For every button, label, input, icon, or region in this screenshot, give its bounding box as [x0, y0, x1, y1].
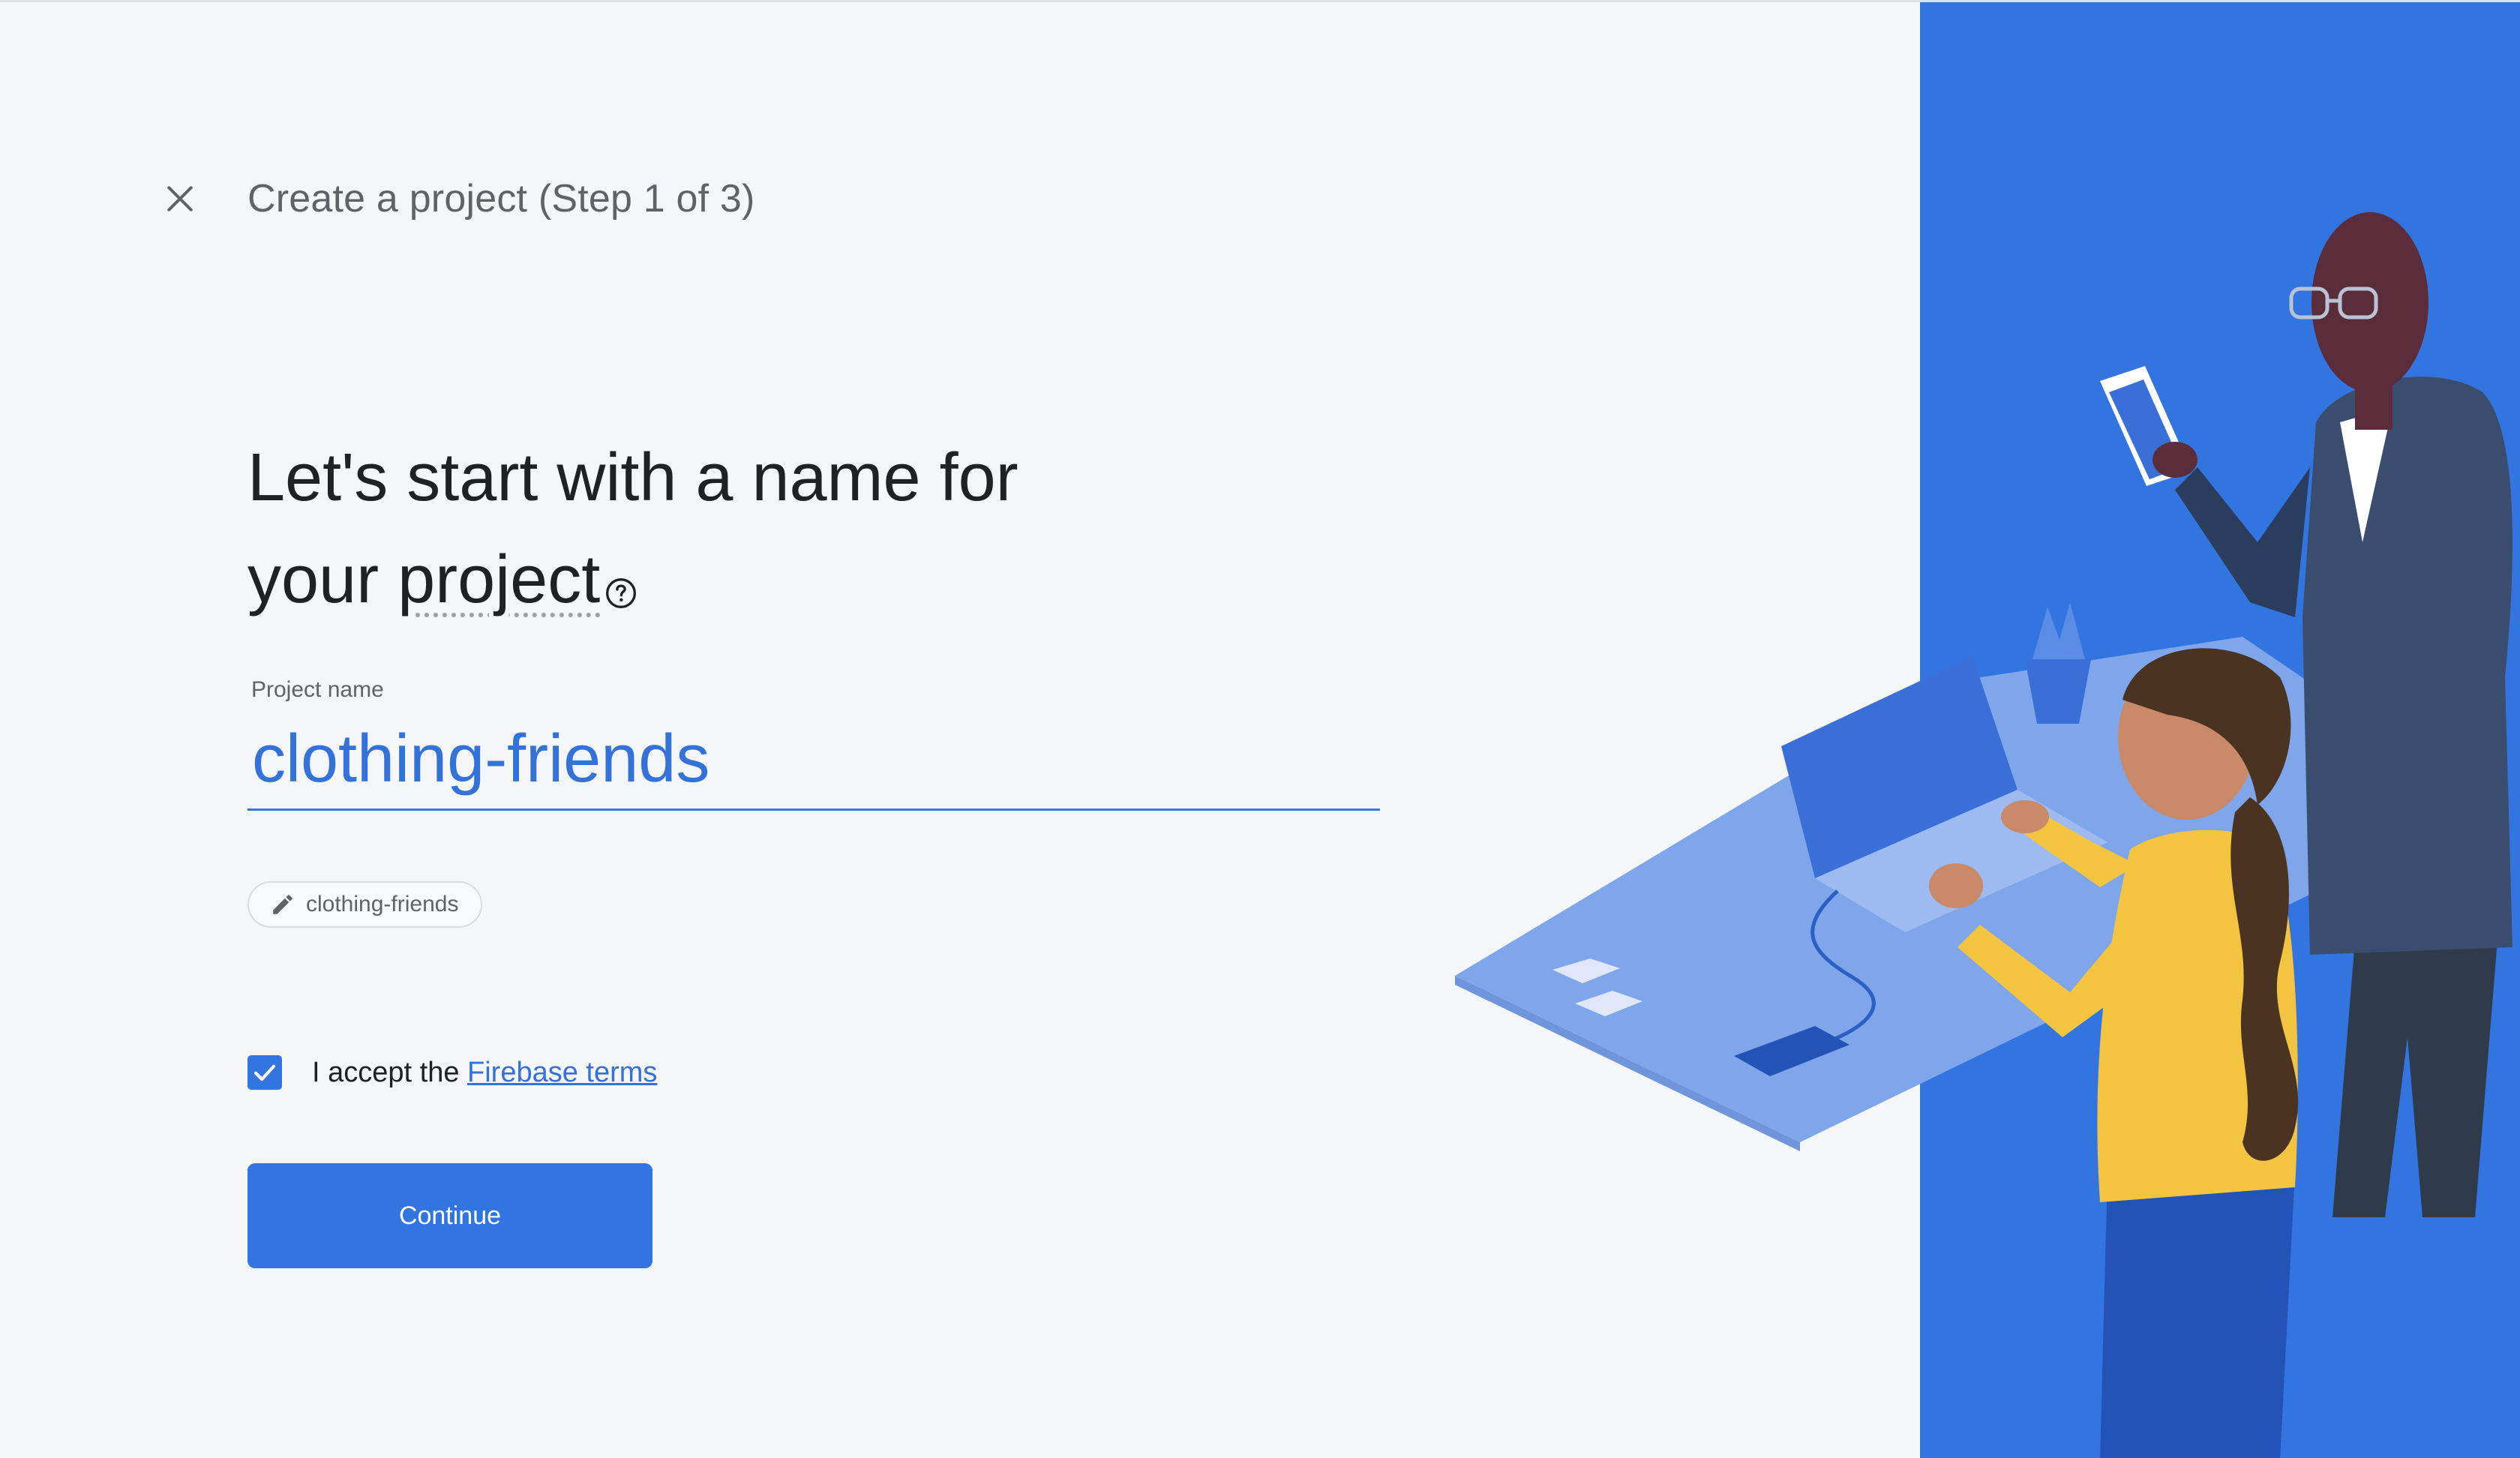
heading-line-2: your project	[248, 529, 1222, 638]
close-icon	[167, 186, 193, 212]
firebase-terms-link[interactable]: Firebase terms	[467, 1057, 657, 1088]
team-illustration	[1455, 212, 2512, 1458]
project-id-value: clothing-friends	[306, 892, 459, 916]
page-heading: Let's start with a name for your project	[248, 427, 1222, 638]
close-button[interactable]	[158, 176, 202, 221]
heading-line-2-prefix: your	[248, 542, 398, 617]
project-id-chip[interactable]: clothing-friends	[248, 881, 483, 928]
checkmark-icon	[254, 1064, 276, 1082]
terms-prefix: I accept the	[312, 1056, 468, 1088]
project-name-label: Project name	[251, 677, 384, 702]
help-circle-icon[interactable]	[604, 536, 638, 638]
step-title: Create a project (Step 1 of 3)	[248, 177, 755, 220]
pencil-icon	[273, 895, 292, 914]
terms-checkbox[interactable]	[248, 1055, 282, 1090]
terms-text: I accept the Firebase terms	[312, 1057, 657, 1089]
header: Create a project (Step 1 of 3)	[158, 169, 755, 229]
terms-row: I accept the Firebase terms	[248, 1055, 657, 1090]
heading-line-1: Let's start with a name for	[248, 440, 1018, 515]
create-project-page: Create a project (Step 1 of 3) Let's sta…	[0, 0, 2520, 1458]
project-term[interactable]: project	[398, 542, 600, 617]
project-name-input[interactable]	[248, 710, 1380, 811]
continue-button[interactable]: Continue	[248, 1163, 652, 1268]
